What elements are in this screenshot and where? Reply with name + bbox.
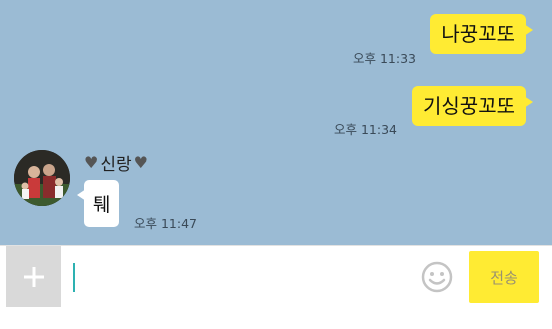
message-timestamp: 오후 11:47 — [134, 216, 197, 231]
message-text-input[interactable] — [68, 252, 408, 302]
message-timestamp: 오후 11:33 — [353, 51, 416, 66]
heart-icon: ♥ — [84, 153, 99, 172]
sender-avatar[interactable] — [14, 150, 70, 206]
emoji-icon — [421, 261, 453, 293]
outgoing-message-bubble[interactable]: 기싱꿍꼬또 — [412, 86, 533, 126]
incoming-message-bubble[interactable]: 퉤 — [76, 180, 120, 227]
heart-icon: ♥ — [133, 153, 148, 172]
avatar-photo — [14, 150, 70, 206]
text-cursor — [73, 263, 75, 292]
bottom-spacer — [0, 310, 552, 329]
emoji-button[interactable] — [420, 260, 454, 294]
outgoing-message-bubble[interactable]: 나꿍꼬또 — [430, 14, 533, 54]
message-timestamp: 오후 11:34 — [334, 122, 397, 137]
message-input-bar: 전송 — [0, 245, 552, 310]
sender-name-text: 신랑 — [100, 155, 132, 175]
attach-button[interactable] — [6, 246, 61, 307]
chat-message-area[interactable]: 나꿍꼬또 오후 11:33 기싱꿍꼬또 오후 11:34 ♥ 신랑 ♥ 퉤 오후… — [0, 0, 552, 245]
send-button[interactable]: 전송 — [469, 251, 539, 303]
plus-icon — [23, 266, 44, 287]
sender-name: ♥ 신랑 ♥ — [84, 150, 148, 175]
